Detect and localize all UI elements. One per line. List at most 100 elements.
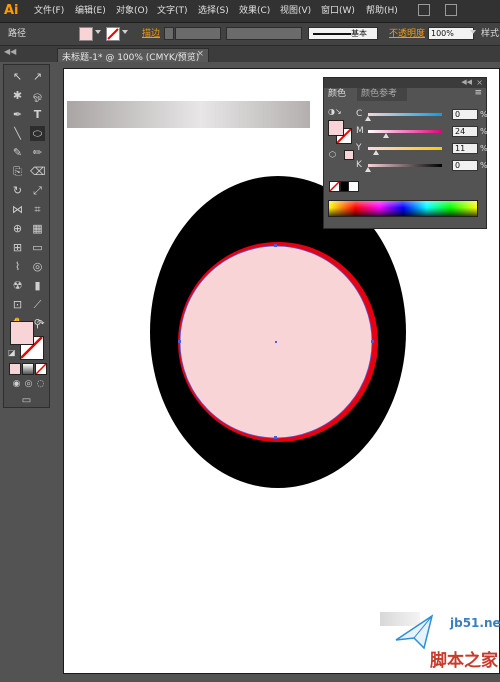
fill-stroke-widget: ↷ ◪ xyxy=(8,319,48,360)
perspective-grid-tool-icon[interactable]: ▦ xyxy=(30,221,45,236)
lasso-tool-icon[interactable]: ஓ xyxy=(30,88,45,103)
ellipse-tool-icon[interactable]: ⬭ xyxy=(30,126,45,141)
yellow-thumb[interactable] xyxy=(373,150,380,155)
cyan-track[interactable] xyxy=(368,113,442,116)
white-swatch[interactable] xyxy=(348,181,359,192)
fill-box[interactable] xyxy=(10,321,34,345)
stroke-label[interactable]: 描边 xyxy=(142,29,160,40)
opacity-label[interactable]: 不透明度 xyxy=(389,29,425,40)
anchor-bottom[interactable] xyxy=(274,436,277,439)
rotate-tool-icon[interactable]: ↻ xyxy=(10,183,25,198)
width-tool-icon[interactable]: ⋈ xyxy=(10,202,25,217)
slider-yellow[interactable]: Y 11 % xyxy=(354,143,488,155)
default-fill-stroke-icon[interactable]: ◪ xyxy=(8,348,16,357)
symbol-sprayer-tool-icon[interactable]: ☢ xyxy=(10,278,25,293)
black-thumb[interactable] xyxy=(365,167,371,172)
slider-black[interactable]: K 0 % xyxy=(354,160,488,172)
collapse-toolbar-icon[interactable]: ◀◀ xyxy=(4,47,16,56)
selection-type-label: 路径 xyxy=(8,29,27,39)
style-label: 样式 xyxy=(481,29,500,39)
slider-magenta[interactable]: M 24 % xyxy=(354,126,488,138)
menu-window[interactable]: 窗口(W) xyxy=(321,5,355,17)
stroke-dropdown-icon[interactable] xyxy=(122,30,128,34)
control-bar: 路径 描边 基本 不透明度 100% 样式 xyxy=(0,23,500,46)
column-graph-tool-icon[interactable]: ▮ xyxy=(30,278,45,293)
panel-fill-box[interactable] xyxy=(328,120,344,136)
opacity-dropdown-icon[interactable] xyxy=(470,30,476,34)
stroke-profile-label: 基本 xyxy=(351,29,367,38)
tab-color[interactable]: 颜色 xyxy=(324,88,355,101)
anchor-top[interactable] xyxy=(274,244,277,247)
close-icon[interactable]: × xyxy=(196,49,204,59)
stroke-swatch[interactable] xyxy=(106,27,120,41)
magic-wand-tool-icon[interactable]: ✱ xyxy=(10,88,25,103)
collapse-panel-icon[interactable]: ◀◀ xyxy=(461,78,472,86)
black-value[interactable]: 0 xyxy=(452,160,478,171)
gamut-swatch[interactable] xyxy=(344,150,354,160)
tab-color-guide[interactable]: 颜色参考 xyxy=(357,88,407,101)
menu-view[interactable]: 视图(V) xyxy=(280,5,311,17)
paper-plane-icon xyxy=(395,614,434,650)
mesh-tool-icon[interactable]: ⊞ xyxy=(10,240,25,255)
panel-menu-icon[interactable]: ≡ xyxy=(474,88,482,98)
close-panel-icon[interactable]: × xyxy=(476,78,483,87)
black-track[interactable] xyxy=(368,164,442,167)
gradient-mode-icon[interactable] xyxy=(22,363,34,375)
pencil-tool-icon[interactable]: ✏ xyxy=(30,145,45,160)
opacity-field[interactable]: 100% xyxy=(428,27,474,40)
fill-dropdown-icon[interactable] xyxy=(95,30,101,34)
paintbrush-tool-icon[interactable]: ✎ xyxy=(10,145,25,160)
magenta-value[interactable]: 24 xyxy=(452,126,478,137)
menu-type[interactable]: 文字(T) xyxy=(157,5,188,17)
line-segment-tool-icon[interactable]: ╲ xyxy=(10,126,25,141)
anchor-right[interactable] xyxy=(371,340,374,343)
slider-cyan[interactable]: C 0 % xyxy=(354,109,488,121)
magenta-thumb[interactable] xyxy=(382,133,389,138)
menu-select[interactable]: 选择(S) xyxy=(198,5,229,17)
menu-help[interactable]: 帮助(H) xyxy=(366,5,398,17)
menu-object[interactable]: 对象(O) xyxy=(116,5,148,17)
type-tool-icon[interactable]: T xyxy=(30,107,45,122)
eyedropper-tool-icon[interactable]: ⌇ xyxy=(10,259,25,274)
selection-tool-icon[interactable]: ↖ xyxy=(10,69,25,84)
menu-effect[interactable]: 效果(C) xyxy=(239,5,270,17)
free-transform-tool-icon[interactable]: ⌗ xyxy=(30,202,45,217)
screen-mode-icon[interactable]: ▭ xyxy=(19,393,34,408)
menu-edit[interactable]: 编辑(E) xyxy=(75,5,106,17)
fill-swatch[interactable] xyxy=(79,27,93,41)
eraser-tool-icon[interactable]: ⌫ xyxy=(30,164,46,179)
none-mode-icon[interactable] xyxy=(35,363,47,375)
none-swatch[interactable] xyxy=(329,181,340,192)
cyan-value[interactable]: 0 xyxy=(452,109,478,120)
shape-builder-tool-icon[interactable]: ⊕ xyxy=(10,221,25,236)
swap-mini-icon[interactable]: ◑↘ xyxy=(328,107,342,116)
magenta-track[interactable] xyxy=(368,130,442,133)
out-of-gamut-icon[interactable]: ⬡ xyxy=(329,150,336,159)
pen-tool-icon[interactable]: ✒ xyxy=(10,107,25,122)
swap-fill-stroke-icon[interactable]: ↷ xyxy=(37,319,45,329)
artboard-tool-icon[interactable]: ⊡ xyxy=(10,297,25,312)
color-spectrum-bar[interactable] xyxy=(328,200,478,217)
yellow-value[interactable]: 11 xyxy=(452,143,478,154)
slice-tool-icon[interactable]: ⟋ xyxy=(30,297,45,312)
stroke-weight-stepper[interactable] xyxy=(164,27,174,40)
document-tab[interactable]: 未标题-1* @ 100% (CMYK/预览) × xyxy=(57,48,209,63)
brush-definition-dropdown[interactable]: 基本 xyxy=(308,27,378,40)
color-panel: ◀◀ × 颜色 颜色参考 ≡ ◑↘ ⬡ C 0 % M 24 % Y 11 % … xyxy=(323,77,488,229)
cyan-thumb[interactable] xyxy=(365,116,371,121)
bridge-icon[interactable] xyxy=(418,4,430,16)
anchor-left[interactable] xyxy=(178,340,181,343)
arrange-documents-icon[interactable] xyxy=(445,4,457,16)
blob-brush-tool-icon[interactable]: ⎘ xyxy=(10,164,25,179)
cyan-label: C xyxy=(356,109,363,119)
color-mode-icon[interactable] xyxy=(9,363,21,375)
stroke-weight-field[interactable] xyxy=(175,27,221,40)
menu-file[interactable]: 文件(F) xyxy=(34,5,64,17)
gradient-tool-icon[interactable]: ▭ xyxy=(30,240,45,255)
direct-selection-tool-icon[interactable]: ↗ xyxy=(30,69,45,84)
scale-tool-icon[interactable]: ⤢ xyxy=(30,183,45,198)
blend-tool-icon[interactable]: ◎ xyxy=(30,259,45,274)
panel-title-bar[interactable]: ◀◀ × xyxy=(324,78,486,88)
variable-width-profile[interactable] xyxy=(226,27,302,40)
draw-inside-icon[interactable]: ◌ xyxy=(33,377,48,392)
